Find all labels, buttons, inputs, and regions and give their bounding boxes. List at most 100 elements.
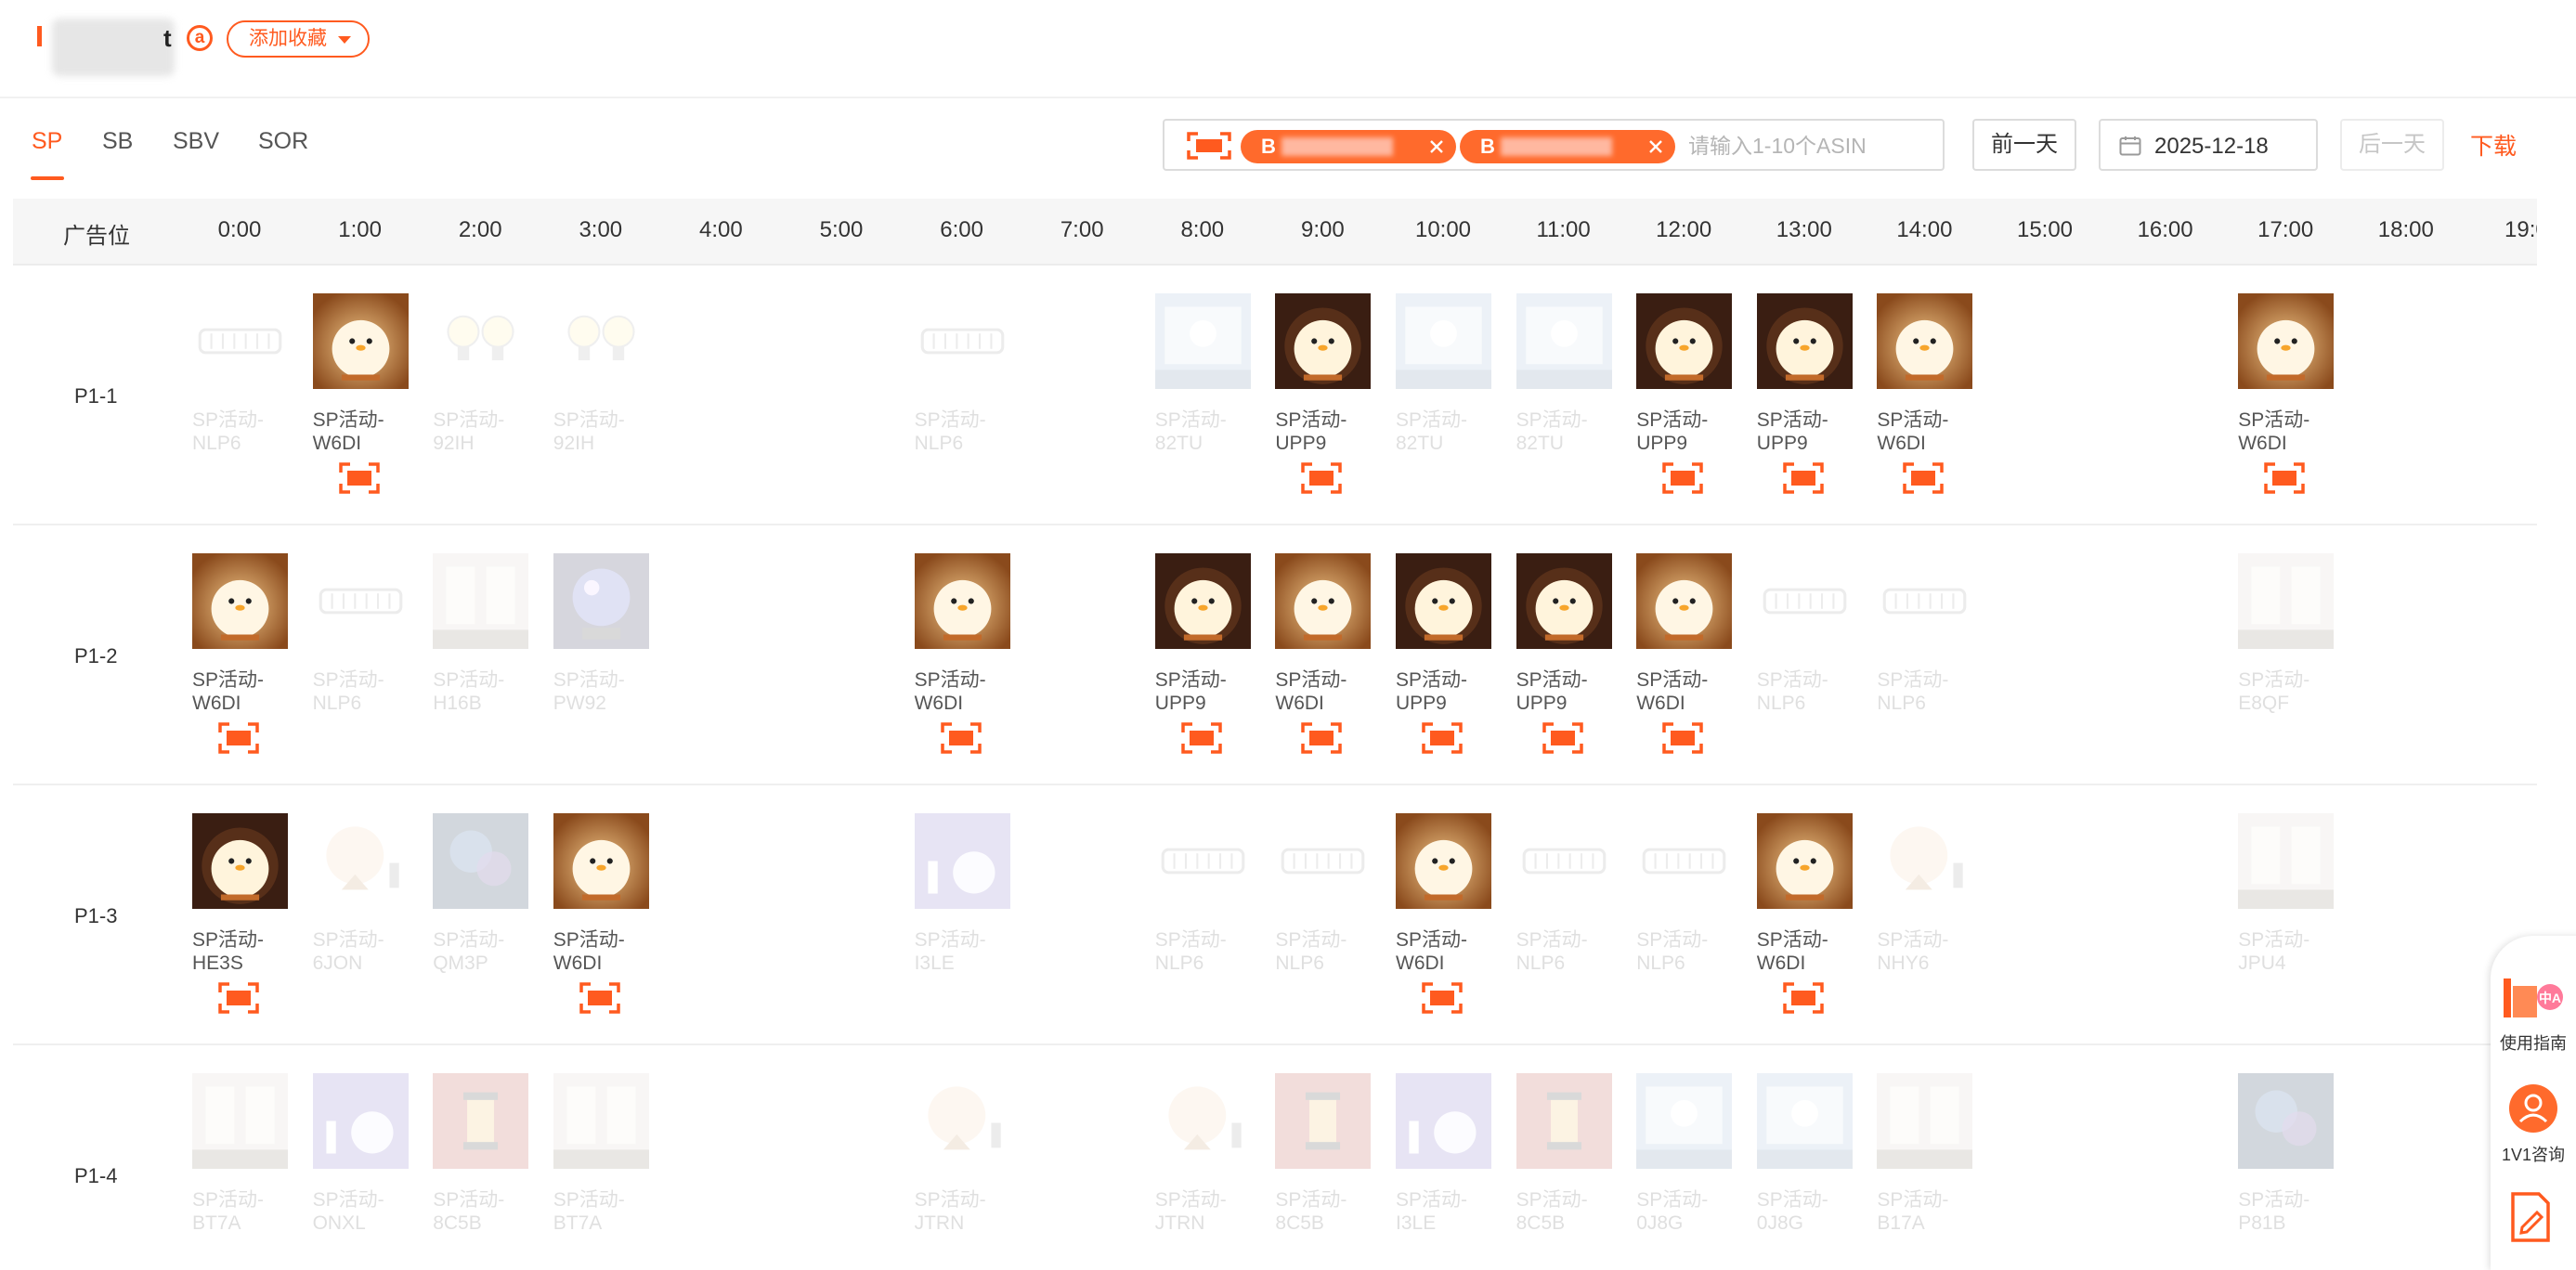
campaign-prefix: SP活动- xyxy=(1516,1189,1588,1211)
ad-slot-caption: SP活动- QM3P xyxy=(433,928,544,975)
scan-icon[interactable] xyxy=(1187,132,1231,160)
consult-user-icon[interactable] xyxy=(2507,1082,2559,1134)
scan-target-icon[interactable] xyxy=(1422,722,1463,754)
product-thumbnail[interactable] xyxy=(2238,293,2335,389)
previous-day-button[interactable]: 前一天 xyxy=(1972,119,2076,171)
product-thumbnail[interactable] xyxy=(914,553,1010,649)
close-icon[interactable] xyxy=(1428,138,1445,155)
product-thumbnail[interactable] xyxy=(433,1073,529,1169)
scan-target-icon[interactable] xyxy=(1542,722,1583,754)
grid-row: P1-2 SP活动- W6DI SP活动- NLP6 SP活动- H16B SP活动- PW92… xyxy=(13,525,2537,785)
product-thumbnail[interactable] xyxy=(1756,1073,1853,1169)
scan-target-icon[interactable] xyxy=(1301,462,1343,494)
product-thumbnail[interactable] xyxy=(1396,553,1491,649)
product-thumbnail[interactable] xyxy=(1636,813,1733,909)
product-thumbnail[interactable] xyxy=(1154,813,1251,909)
date-picker[interactable]: 2025-12-18 xyxy=(2099,119,2318,171)
product-thumbnail[interactable] xyxy=(553,813,649,909)
product-thumbnail[interactable] xyxy=(192,1073,288,1169)
product-thumbnail[interactable] xyxy=(1396,813,1491,909)
tab-sb[interactable]: SB xyxy=(102,128,133,155)
product-thumbnail[interactable] xyxy=(1516,553,1612,649)
scan-target-icon[interactable] xyxy=(1181,722,1222,754)
guide-label[interactable]: 使用指南 xyxy=(2491,1030,2576,1055)
product-thumbnail[interactable] xyxy=(312,293,409,389)
ad-slot-caption: SP活动- 8C5B xyxy=(433,1188,544,1235)
product-thumbnail[interactable] xyxy=(433,813,529,909)
product-thumbnail[interactable] xyxy=(1154,293,1251,389)
product-thumbnail[interactable] xyxy=(312,553,409,649)
product-thumbnail[interactable] xyxy=(192,553,288,649)
next-day-button[interactable]: 后一天 xyxy=(2340,119,2444,171)
consult-label[interactable]: 1V1咨询 xyxy=(2491,1142,2576,1166)
scan-target-icon[interactable] xyxy=(2264,462,2305,494)
product-thumbnail[interactable] xyxy=(1516,813,1612,909)
product-thumbnail[interactable] xyxy=(1756,553,1853,649)
product-thumbnail[interactable] xyxy=(2238,813,2335,909)
ad-slot-caption: SP活动- E8QF xyxy=(2238,668,2349,715)
product-thumbnail[interactable] xyxy=(1636,553,1733,649)
product-thumbnail[interactable] xyxy=(1396,1073,1491,1169)
scan-target-icon[interactable] xyxy=(1422,982,1463,1014)
scan-target-icon[interactable] xyxy=(1783,982,1824,1014)
product-thumbnail[interactable] xyxy=(1275,1073,1372,1169)
product-thumbnail[interactable] xyxy=(914,813,1010,909)
asin-code: NLP6 xyxy=(1516,952,1566,974)
product-thumbnail[interactable] xyxy=(1877,293,1973,389)
asin-input[interactable] xyxy=(1688,128,1930,163)
tab-sor[interactable]: SOR xyxy=(258,128,308,155)
product-thumbnail[interactable] xyxy=(1636,293,1733,389)
product-thumbnail[interactable] xyxy=(433,293,529,389)
asin-chip[interactable]: B xyxy=(1241,130,1456,163)
scan-target-icon[interactable] xyxy=(940,722,982,754)
product-thumbnail[interactable] xyxy=(1275,813,1372,909)
product-thumbnail[interactable] xyxy=(914,293,1010,389)
product-thumbnail[interactable] xyxy=(1877,1073,1973,1169)
guide-icon[interactable]: 中A xyxy=(2498,977,2563,1021)
product-thumbnail[interactable] xyxy=(1877,553,1973,649)
scan-target-icon[interactable] xyxy=(1662,462,1703,494)
product-thumbnail[interactable] xyxy=(553,293,649,389)
tab-sp[interactable]: SP xyxy=(32,128,62,155)
asin-code: BT7A xyxy=(192,1212,241,1234)
scan-target-icon[interactable] xyxy=(1783,462,1824,494)
asin-chip[interactable]: B xyxy=(1460,130,1675,163)
product-thumbnail[interactable] xyxy=(1877,813,1973,909)
feedback-edit-icon[interactable] xyxy=(2507,1192,2554,1242)
product-thumbnail[interactable] xyxy=(1756,293,1853,389)
product-thumbnail[interactable] xyxy=(1275,293,1372,389)
product-thumbnail[interactable] xyxy=(553,553,649,649)
asin-code: I3LE xyxy=(914,952,955,974)
asin-filter[interactable]: B B xyxy=(1163,119,1945,171)
download-link[interactable]: 下载 xyxy=(2470,128,2517,162)
product-thumbnail[interactable] xyxy=(192,293,288,389)
scan-target-icon[interactable] xyxy=(338,462,380,494)
product-thumbnail[interactable] xyxy=(1636,1073,1733,1169)
product-thumbnail[interactable] xyxy=(433,553,529,649)
product-thumbnail[interactable] xyxy=(914,1073,1010,1169)
asin-code: W6DI xyxy=(553,952,603,974)
add-favorite-button[interactable]: 添加收藏 xyxy=(227,20,370,58)
caret-down-icon xyxy=(338,36,351,44)
scan-target-icon[interactable] xyxy=(218,982,259,1014)
product-thumbnail[interactable] xyxy=(2238,1073,2335,1169)
product-thumbnail[interactable] xyxy=(1516,293,1612,389)
product-thumbnail[interactable] xyxy=(312,1073,409,1169)
product-thumbnail[interactable] xyxy=(1396,293,1491,389)
scan-target-icon[interactable] xyxy=(218,722,259,754)
product-thumbnail[interactable] xyxy=(2238,553,2335,649)
scan-target-icon[interactable] xyxy=(579,982,620,1014)
product-thumbnail[interactable] xyxy=(1275,553,1372,649)
product-thumbnail[interactable] xyxy=(1516,1073,1612,1169)
product-thumbnail[interactable] xyxy=(312,813,409,909)
product-thumbnail[interactable] xyxy=(192,813,288,909)
tab-sbv[interactable]: SBV xyxy=(173,128,219,155)
product-thumbnail[interactable] xyxy=(1154,1073,1251,1169)
scan-target-icon[interactable] xyxy=(1662,722,1703,754)
product-thumbnail[interactable] xyxy=(1154,553,1251,649)
close-icon[interactable] xyxy=(1647,138,1664,155)
product-thumbnail[interactable] xyxy=(553,1073,649,1169)
scan-target-icon[interactable] xyxy=(1301,722,1343,754)
product-thumbnail[interactable] xyxy=(1756,813,1853,909)
scan-target-icon[interactable] xyxy=(1903,462,1945,494)
